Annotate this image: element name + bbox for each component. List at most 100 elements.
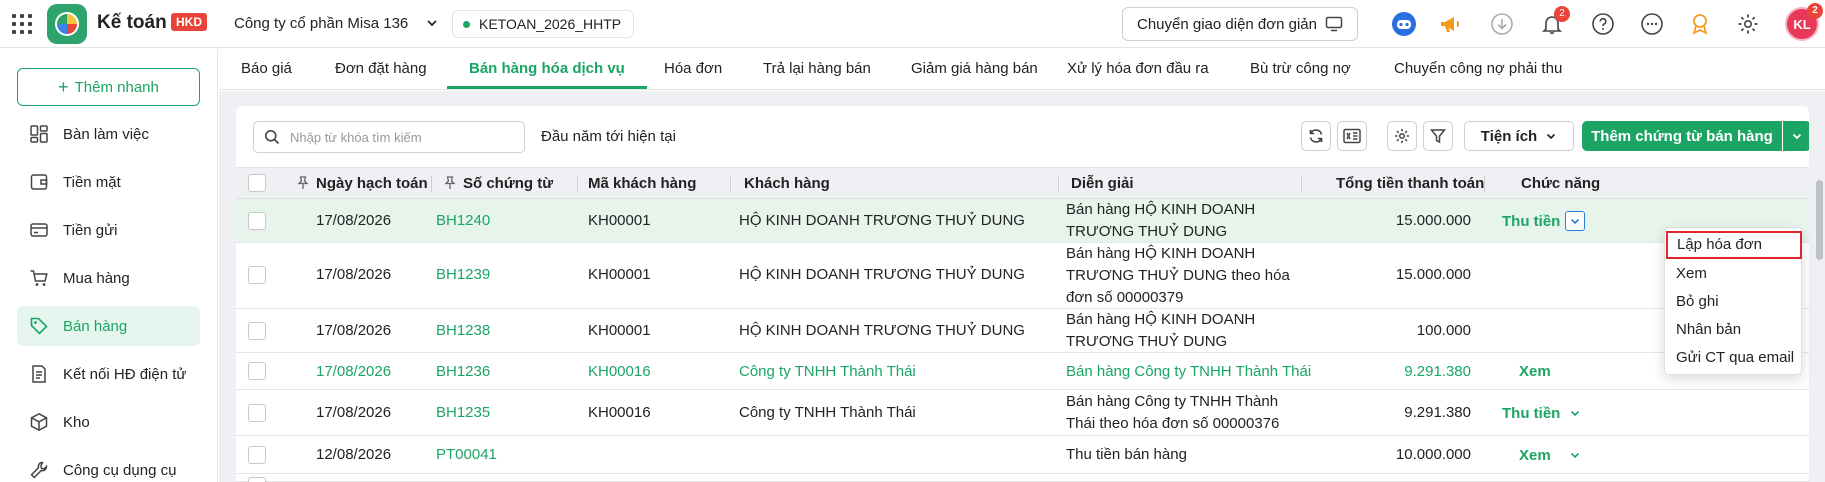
period-filter[interactable]: Đầu năm tới hiện tại xyxy=(541,128,676,145)
table-row[interactable]: 12/08/2026 PT00041 Thu tiền bán hàng 10.… xyxy=(236,436,1809,474)
user-avatar[interactable]: KL 2 xyxy=(1785,3,1823,41)
export-excel-button[interactable] xyxy=(1337,121,1367,151)
row-actions-menu: Lập hóa đơn Xem Bỏ ghi Nhân bản Gửi CT q… xyxy=(1664,227,1802,375)
tab-debt-offset[interactable]: Bù trừ công nợ xyxy=(1228,49,1373,89)
sidebar-item-dashboard[interactable]: Bàn làm việc xyxy=(17,114,200,154)
tab-quote[interactable]: Báo giá xyxy=(219,49,314,89)
column-header-total[interactable]: Tổng tiền thanh toán xyxy=(1336,168,1484,199)
row-checkbox[interactable] xyxy=(248,404,266,422)
search-input[interactable] xyxy=(290,129,510,145)
refresh-button[interactable] xyxy=(1301,121,1331,151)
sidebar-item-e-invoice[interactable]: Kết nối HĐ điện tử xyxy=(17,354,200,394)
tab-sales-order[interactable]: Đơn đặt hàng xyxy=(313,49,449,89)
bank-card-icon xyxy=(30,223,48,237)
download-icon[interactable] xyxy=(1488,10,1516,38)
column-divider[interactable] xyxy=(1301,176,1302,192)
select-all-checkbox[interactable] xyxy=(248,174,266,192)
search-box[interactable] xyxy=(253,121,525,153)
cell-doc-number[interactable]: BH1240 xyxy=(436,212,490,229)
tab-sales-return[interactable]: Trả lại hàng bán xyxy=(741,49,893,89)
column-header-customer-code[interactable]: Mã khách hàng xyxy=(588,168,696,199)
app-grid-icon[interactable] xyxy=(12,14,32,34)
megaphone-icon[interactable] xyxy=(1436,10,1464,38)
cell-total: 15.000.000 xyxy=(1395,212,1471,229)
row-actions-chevron[interactable] xyxy=(1565,445,1585,465)
row-actions-chevron[interactable] xyxy=(1565,403,1585,423)
chevron-down-icon[interactable] xyxy=(425,16,439,30)
database-chip[interactable]: KETOAN_2026_HHTP xyxy=(452,10,635,38)
avatar-badge: 2 xyxy=(1807,3,1823,19)
achievement-icon[interactable] xyxy=(1686,10,1714,38)
row-checkbox[interactable] xyxy=(248,322,266,340)
column-divider[interactable] xyxy=(1484,176,1485,192)
column-divider[interactable] xyxy=(1058,176,1059,192)
table-row[interactable]: 17/08/2026 BH1238 KH00001 HỘ KINH DOANH … xyxy=(236,309,1809,353)
settings-button[interactable] xyxy=(1387,121,1417,151)
cell-description: Thu tiền bán hàng xyxy=(1066,446,1187,463)
pin-icon[interactable] xyxy=(297,176,309,190)
cell-doc-number[interactable]: BH1238 xyxy=(436,322,490,339)
menu-item-duplicate[interactable]: Nhân bản xyxy=(1665,316,1803,344)
add-doc-options-button[interactable] xyxy=(1783,121,1809,151)
filter-button[interactable] xyxy=(1423,121,1453,151)
table-row[interactable] xyxy=(236,474,1809,482)
pin-icon[interactable] xyxy=(444,176,456,190)
more-options-icon[interactable] xyxy=(1638,10,1666,38)
column-header-doc-number[interactable]: Số chứng từ xyxy=(463,168,553,199)
column-header-description[interactable]: Diễn giải xyxy=(1071,168,1134,199)
tab-sales-discount[interactable]: Giảm giá hàng bán xyxy=(889,49,1060,89)
row-actions-chevron[interactable] xyxy=(1565,211,1585,231)
column-divider[interactable] xyxy=(431,176,432,192)
cell-doc-number[interactable]: BH1239 xyxy=(436,266,490,283)
sidebar-item-warehouse[interactable]: Kho xyxy=(17,402,200,442)
add-sales-doc-button[interactable]: Thêm chứng từ bán hàng xyxy=(1582,121,1782,151)
help-icon[interactable] xyxy=(1589,10,1617,38)
column-divider[interactable] xyxy=(577,176,578,192)
misa-logo[interactable] xyxy=(47,4,87,44)
cell-customer: HỘ KINH DOANH TRƯƠNG THUỶ DUNG xyxy=(739,322,1025,339)
switch-ui-button[interactable]: Chuyển giao diện đơn giản xyxy=(1122,7,1358,41)
quick-add-button[interactable]: + Thêm nhanh xyxy=(17,68,200,106)
table-row[interactable]: 17/08/2026 BH1239 KH00001 HỘ KINH DOANH … xyxy=(236,243,1809,309)
column-header-customer[interactable]: Khách hàng xyxy=(744,168,830,199)
row-checkbox[interactable] xyxy=(248,477,266,482)
vertical-scrollbar[interactable] xyxy=(1816,180,1823,260)
receive-payment-link[interactable]: Thu tiền xyxy=(1502,213,1560,230)
view-link[interactable]: Xem xyxy=(1519,447,1551,464)
gear-icon xyxy=(1395,129,1409,143)
column-header-date[interactable]: Ngày hạch toán xyxy=(316,168,428,199)
sidebar-item-purchase[interactable]: Mua hàng xyxy=(17,258,200,298)
table-row[interactable]: 17/08/2026 BH1235 KH00016 Công ty TNHH T… xyxy=(236,390,1809,436)
tab-receivable-transfer[interactable]: Chuyển công nợ phải thu xyxy=(1372,49,1584,89)
table-row[interactable]: 17/08/2026 BH1240 KH00001 HỘ KINH DOANH … xyxy=(236,199,1809,243)
row-checkbox[interactable] xyxy=(248,212,266,230)
cell-doc-number[interactable]: PT00041 xyxy=(436,446,497,463)
assistant-bot-icon[interactable] xyxy=(1390,10,1418,38)
tab-invoice[interactable]: Hóa đơn xyxy=(642,49,744,89)
table-row[interactable]: 17/08/2026 BH1236 KH00016 Công ty TNHH T… xyxy=(236,353,1809,390)
tab-sales-service[interactable]: Bán hàng hóa dịch vụ xyxy=(447,49,647,89)
cell-doc-number[interactable]: BH1235 xyxy=(436,404,490,421)
menu-item-send-email[interactable]: Gửi CT qua email xyxy=(1665,344,1803,372)
menu-item-create-invoice[interactable]: Lập hóa đơn xyxy=(1666,231,1802,259)
bell-icon[interactable]: 2 xyxy=(1538,6,1570,38)
receive-payment-link[interactable]: Thu tiền xyxy=(1502,405,1560,422)
column-divider[interactable] xyxy=(730,176,731,192)
utilities-dropdown[interactable]: Tiện ích xyxy=(1464,121,1574,151)
row-checkbox[interactable] xyxy=(248,362,266,380)
content-area: Đầu năm tới hiện tại Tiện ích Thêm chứng… xyxy=(219,91,1825,482)
gear-icon[interactable] xyxy=(1734,10,1762,38)
row-checkbox[interactable] xyxy=(248,446,266,464)
sidebar-item-sales[interactable]: Bán hàng xyxy=(17,306,200,346)
sidebar-item-deposit[interactable]: Tiền gửi xyxy=(17,210,200,250)
row-checkbox[interactable] xyxy=(248,266,266,284)
view-link[interactable]: Xem xyxy=(1519,363,1551,380)
hkd-badge: HKD xyxy=(171,13,207,31)
cell-doc-number[interactable]: BH1236 xyxy=(436,363,490,380)
menu-item-unpost[interactable]: Bỏ ghi xyxy=(1665,288,1803,316)
sidebar-item-tools[interactable]: Công cụ dụng cụ xyxy=(17,450,200,482)
sidebar-item-cash[interactable]: Tiền mặt xyxy=(17,162,200,202)
menu-item-view[interactable]: Xem xyxy=(1665,260,1803,288)
company-selector[interactable]: Công ty cổ phần Misa 136 xyxy=(234,15,408,32)
tab-output-invoice[interactable]: Xử lý hóa đơn đầu ra xyxy=(1045,49,1231,89)
